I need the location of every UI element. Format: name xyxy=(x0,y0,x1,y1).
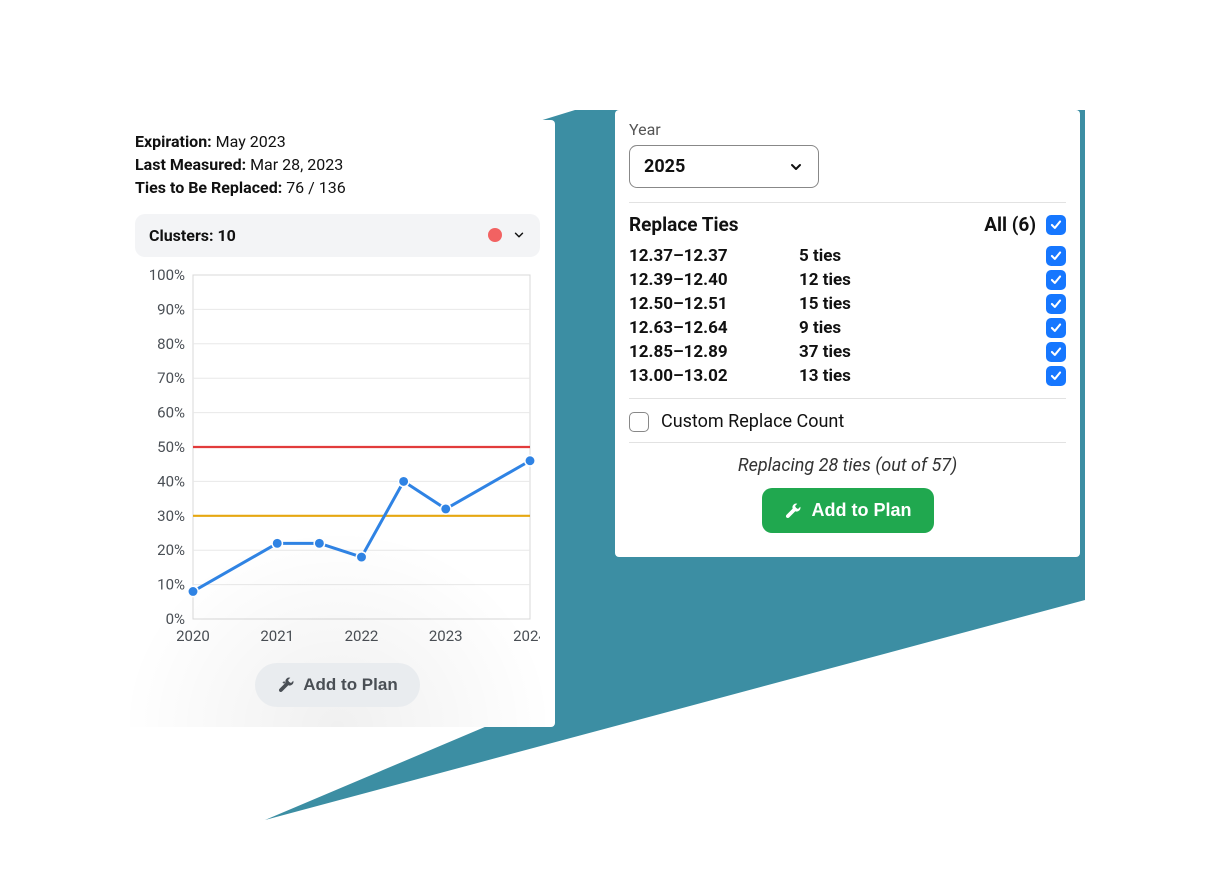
tie-range: 12.63–12.64 xyxy=(629,318,799,338)
svg-text:0%: 0% xyxy=(166,610,185,628)
svg-text:40%: 40% xyxy=(157,472,185,490)
year-select[interactable]: 2025 xyxy=(629,145,819,188)
status-dot-icon xyxy=(488,228,502,242)
expiration-label: Expiration: xyxy=(135,132,212,151)
tie-row: 12.50–12.5115 ties xyxy=(629,292,1066,316)
svg-text:70%: 70% xyxy=(157,369,185,387)
last-measured-value: Mar 28, 2023 xyxy=(246,155,343,174)
all-label: All (6) xyxy=(984,213,1036,236)
check-icon xyxy=(1049,369,1063,383)
svg-text:100%: 100% xyxy=(149,269,185,284)
svg-text:2023: 2023 xyxy=(429,627,463,645)
checkbox-tie-1[interactable] xyxy=(1046,270,1066,290)
tie-count: 15 ties xyxy=(799,294,1046,314)
check-icon xyxy=(1049,345,1063,359)
tie-count: 37 ties xyxy=(799,342,1046,362)
svg-text:2024: 2024 xyxy=(513,627,540,645)
last-measured-label: Last Measured: xyxy=(135,155,246,174)
checkbox-all[interactable] xyxy=(1046,215,1066,235)
svg-text:20%: 20% xyxy=(157,541,185,559)
svg-text:2021: 2021 xyxy=(260,627,294,645)
svg-text:80%: 80% xyxy=(157,334,185,352)
checkbox-tie-4[interactable] xyxy=(1046,342,1066,362)
left-panel: Expiration: May 2023 Last Measured: Mar … xyxy=(120,120,555,727)
tie-count: 9 ties xyxy=(799,318,1046,338)
tie-range: 12.39–12.40 xyxy=(629,270,799,290)
tie-row: 12.39–12.4012 ties xyxy=(629,268,1066,292)
tie-row: 12.37–12.375 ties xyxy=(629,244,1066,268)
wrench-icon xyxy=(277,676,295,694)
add-to-plan-label-left: Add to Plan xyxy=(303,675,397,695)
checkbox-tie-3[interactable] xyxy=(1046,318,1066,338)
year-label: Year xyxy=(629,120,1066,139)
divider xyxy=(629,442,1066,443)
chevron-down-icon xyxy=(512,228,526,242)
tie-row: 12.63–12.649 ties xyxy=(629,316,1066,340)
last-measured-line: Last Measured: Mar 28, 2023 xyxy=(135,153,540,176)
tie-count: 12 ties xyxy=(799,270,1046,290)
replace-summary: Replacing 28 ties (out of 57) xyxy=(629,455,1066,476)
divider xyxy=(629,202,1066,203)
expiration-value: May 2023 xyxy=(212,132,286,151)
trend-chart: 0% 10% 20% 30% 40% 50% 60% 70% 80% 90% 100% 2020 202… xyxy=(135,269,540,649)
svg-text:2020: 2020 xyxy=(176,627,210,645)
svg-text:30%: 30% xyxy=(157,506,185,524)
svg-text:2022: 2022 xyxy=(345,627,379,645)
add-to-plan-button-right[interactable]: Add to Plan xyxy=(762,488,934,533)
tie-range: 12.50–12.51 xyxy=(629,294,799,314)
custom-replace-label: Custom Replace Count xyxy=(661,411,844,432)
ties-label: Ties to Be Replaced: xyxy=(135,178,282,197)
tie-range: 13.00–13.02 xyxy=(629,366,799,386)
clusters-toggle[interactable]: Clusters: 10 xyxy=(135,214,540,257)
tie-count: 5 ties xyxy=(799,246,1046,266)
checkbox-tie-0[interactable] xyxy=(1046,246,1066,266)
check-icon xyxy=(1049,273,1063,287)
svg-text:50%: 50% xyxy=(157,438,185,456)
replace-ties-header: Replace Ties xyxy=(629,213,739,236)
check-icon xyxy=(1049,297,1063,311)
clusters-label: Clusters: 10 xyxy=(149,226,236,245)
year-value: 2025 xyxy=(644,156,685,177)
ties-value: 76 / 136 xyxy=(282,178,345,197)
add-to-plan-button-left[interactable]: Add to Plan xyxy=(255,663,419,707)
ties-replaced-line: Ties to Be Replaced: 76 / 136 xyxy=(135,176,540,199)
right-panel: Year 2025 Replace Ties All (6) 12.37–12.… xyxy=(615,110,1080,557)
svg-text:90%: 90% xyxy=(157,300,185,318)
add-to-plan-label-right: Add to Plan xyxy=(812,500,912,521)
divider xyxy=(629,398,1066,399)
checkbox-tie-5[interactable] xyxy=(1046,366,1066,386)
wrench-icon xyxy=(784,502,802,520)
svg-text:10%: 10% xyxy=(157,575,185,593)
tie-row: 12.85–12.8937 ties xyxy=(629,340,1066,364)
tie-range: 12.85–12.89 xyxy=(629,342,799,362)
tie-count: 13 ties xyxy=(799,366,1046,386)
check-icon xyxy=(1049,249,1063,263)
check-icon xyxy=(1049,218,1063,232)
expiration-line: Expiration: May 2023 xyxy=(135,130,540,153)
check-icon xyxy=(1049,321,1063,335)
checkbox-tie-2[interactable] xyxy=(1046,294,1066,314)
checkbox-custom-count[interactable] xyxy=(629,412,649,432)
chevron-down-icon xyxy=(788,159,804,175)
tie-row: 13.00–13.0213 ties xyxy=(629,364,1066,388)
svg-text:60%: 60% xyxy=(157,403,185,421)
tie-range: 12.37–12.37 xyxy=(629,246,799,266)
